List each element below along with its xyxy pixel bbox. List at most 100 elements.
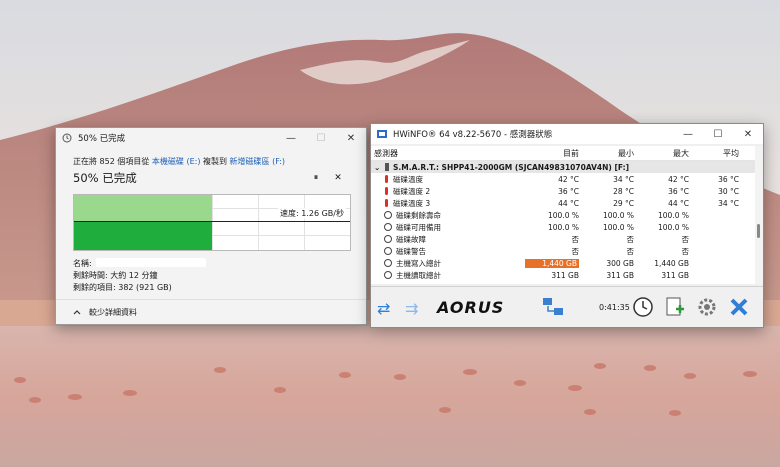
value-min: 否	[626, 234, 635, 244]
col-min[interactable]: 最小	[579, 148, 634, 159]
col-avg[interactable]: 平均	[689, 148, 739, 159]
value-avg: 30 °C	[718, 186, 739, 196]
clock-icon	[384, 271, 392, 279]
clock-icon	[384, 247, 392, 255]
sensor-label: 磁碟故障	[396, 234, 426, 244]
percent-complete: 50% 已完成	[73, 171, 137, 185]
sensor-row[interactable]: 主機寫入總計 1,440 GB 300 GB 1,440 GB	[371, 257, 755, 269]
sensor-label: 磁碟溫度 3	[393, 198, 431, 208]
value-max: 100.0 %	[658, 210, 689, 220]
chevron-up-icon	[73, 308, 81, 317]
speed-readout: 速度: 1.26 GB/秒	[278, 208, 346, 219]
copy-title: 50% 已完成	[78, 134, 126, 144]
copy-details: 名稱: 剩餘時間: 大約 12 分鐘 剩餘的項目: 382 (921 GB)	[73, 258, 349, 294]
value-current: 311 GB	[551, 270, 579, 280]
name-label: 名稱:	[73, 259, 92, 268]
cancel-button[interactable]: ✕	[327, 173, 349, 183]
collapse-chevron-icon[interactable]: ⌄	[374, 163, 383, 172]
progress-fill-upper	[74, 195, 212, 221]
value-current: 1,440 GB	[525, 258, 579, 268]
items-remaining: 剩餘的項目: 382 (921 GB)	[73, 283, 172, 292]
thermometer-icon	[385, 199, 388, 207]
sensor-row[interactable]: 磁碟可用備用 100.0 % 100.0 % 100.0 %	[371, 221, 755, 233]
close-x-icon[interactable]	[727, 295, 751, 319]
elapsed-timer: 0:41:35	[599, 303, 630, 312]
pause-button[interactable]: ⏸	[305, 173, 327, 183]
thermometer-icon	[385, 175, 388, 183]
clock-icon	[384, 211, 392, 219]
minimize-button[interactable]: —	[673, 124, 703, 144]
to-word: 複製到	[203, 157, 227, 166]
filename-redacted	[95, 258, 206, 267]
value-min: 100.0 %	[603, 210, 634, 220]
progress-fill-lower	[74, 221, 212, 250]
close-button[interactable]: ✕	[336, 128, 366, 148]
vertical-scrollbar[interactable]	[755, 146, 763, 284]
value-current: 44 °C	[558, 198, 579, 208]
clock-icon	[384, 235, 392, 243]
details-toggle-label: 較少詳細資料	[89, 307, 137, 317]
close-button[interactable]: ✕	[733, 124, 763, 144]
sensor-label: 磁碟溫度 2	[393, 186, 431, 196]
thermometer-icon	[385, 187, 388, 195]
value-current: 100.0 %	[548, 222, 579, 232]
aorus-logo: AORUS	[437, 298, 505, 317]
value-min: 29 °C	[613, 198, 634, 208]
sensor-label: 主機讀取總計	[396, 270, 441, 280]
maximize-button[interactable]: ☐	[703, 124, 733, 144]
value-min: 300 GB	[606, 258, 634, 268]
col-max[interactable]: 最大	[634, 148, 689, 159]
sensor-row[interactable]: 磁碟故障 否 否 否	[371, 233, 755, 245]
value-min: 100.0 %	[603, 222, 634, 232]
value-avg: 36 °C	[718, 174, 739, 184]
settings-gear-icon[interactable]	[695, 295, 719, 319]
hwinfo-toolbar: ⇄ ⇉ AORUS 0:41:35	[371, 286, 763, 327]
sensor-row[interactable]: 磁碟溫度 42 °C 34 °C 42 °C 36 °C	[371, 173, 755, 185]
value-current: 42 °C	[558, 174, 579, 184]
group-label: S.M.A.R.T.: SHPP41-2000GM (SJCAN49831070…	[393, 162, 630, 172]
col-current[interactable]: 目前	[524, 148, 579, 159]
sensor-row[interactable]: 磁碟溫度 3 44 °C 29 °C 44 °C 34 °C	[371, 197, 755, 209]
clock-icon[interactable]	[631, 295, 655, 319]
col-sensor[interactable]: 感測器	[371, 148, 524, 159]
sensor-label: 主機寫入總計	[396, 258, 441, 268]
hwinfo-titlebar[interactable]: HWiNFO® 64 v8.22-5670 - 感測器狀態 — ☐ ✕	[371, 124, 763, 144]
nav-right-arrows-icon[interactable]: ⇉	[405, 299, 418, 318]
value-max: 42 °C	[668, 174, 689, 184]
sensor-row[interactable]: 磁碟剩餘壽命 100.0 % 100.0 % 100.0 %	[371, 209, 755, 221]
value-current: 100.0 %	[548, 210, 579, 220]
value-max: 44 °C	[668, 198, 689, 208]
src-prefix: 正在將 852 個項目從	[73, 157, 150, 166]
details-toggle[interactable]: 較少詳細資料	[56, 299, 366, 324]
nav-left-arrows-icon[interactable]: ⇄	[377, 299, 390, 318]
clock-icon	[384, 223, 392, 231]
value-max: 311 GB	[661, 270, 689, 280]
value-max: 1,440 GB	[654, 258, 689, 268]
add-report-icon[interactable]	[663, 295, 687, 319]
sensor-row[interactable]: 主機讀取總計 311 GB 311 GB 311 GB	[371, 269, 755, 281]
table-header: 感測器 目前 最小 最大 平均	[371, 146, 755, 161]
value-max: 否	[681, 246, 690, 256]
maximize-button[interactable]: ☐	[306, 128, 336, 148]
value-min: 28 °C	[613, 186, 634, 196]
sensor-group-row[interactable]: ⌄ S.M.A.R.T.: SHPP41-2000GM (SJCAN4983107…	[371, 161, 755, 173]
value-current: 否	[571, 246, 580, 256]
value-min: 34 °C	[613, 174, 634, 184]
network-icon[interactable]	[541, 295, 565, 319]
destination-drive-link[interactable]: 新增磁碟區 (F:)	[230, 157, 285, 166]
copy-progress-dialog: 50% 已完成 — ☐ ✕ 正在將 852 個項目從 本機磁碟 (E:) 複製到…	[55, 127, 367, 325]
value-avg: 34 °C	[718, 198, 739, 208]
sensor-table: 感測器 目前 最小 最大 平均 ⌄ S.M.A.R.T.: SHPP41-2000…	[371, 146, 755, 284]
copy-source-line: 正在將 852 個項目從 本機磁碟 (E:) 複製到 新增磁碟區 (F:)	[73, 156, 349, 167]
minimize-button[interactable]: —	[276, 128, 306, 148]
copy-titlebar[interactable]: 50% 已完成 — ☐ ✕	[56, 128, 366, 148]
value-min: 否	[626, 246, 635, 256]
drive-icon	[385, 163, 389, 171]
sensor-row[interactable]: 磁碟溫度 2 36 °C 28 °C 36 °C 30 °C	[371, 185, 755, 197]
scrollbar-thumb[interactable]	[757, 224, 760, 238]
sensor-label: 磁碟警告	[396, 246, 426, 256]
sensor-row[interactable]: 磁碟警告 否 否 否	[371, 245, 755, 257]
hwinfo-title: HWiNFO® 64 v8.22-5670 - 感測器狀態	[393, 130, 553, 140]
transfer-speed-graph: 速度: 1.26 GB/秒	[73, 194, 351, 251]
source-drive-link[interactable]: 本機磁碟 (E:)	[152, 157, 201, 166]
